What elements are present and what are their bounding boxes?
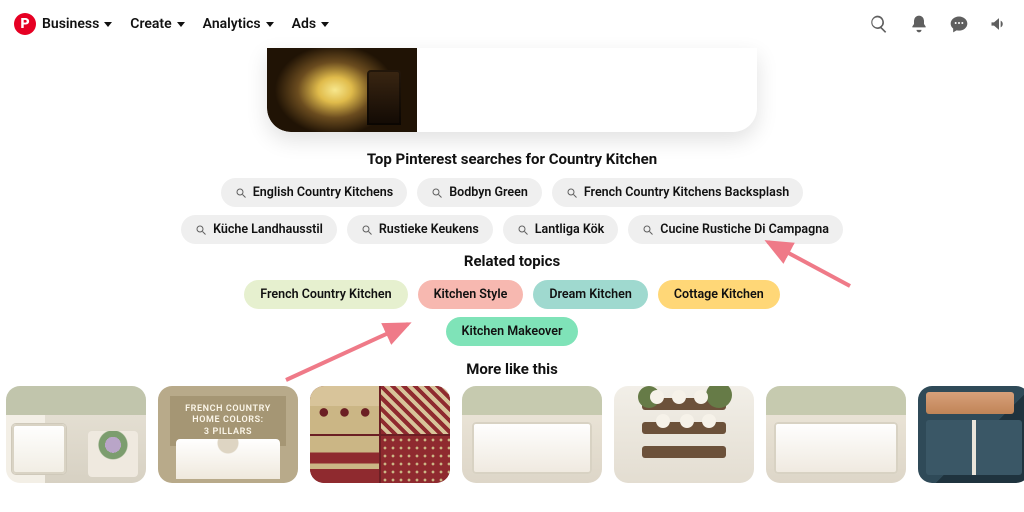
nav-label: Ads: [292, 16, 316, 32]
top-searches-row-1: English Country Kitchens Bodbyn Green Fren…: [0, 178, 1024, 207]
related-topic-pill[interactable]: Cottage Kitchen: [658, 280, 780, 309]
bird-badge-icon: [874, 451, 896, 473]
pinterest-logo[interactable]: P: [14, 13, 36, 35]
hero-image: [267, 48, 417, 132]
result-card[interactable]: [918, 386, 1024, 483]
related-topics-title: Related topics: [0, 252, 1024, 270]
primary-nav: Business Create Analytics Ads: [42, 16, 329, 32]
nav-ads[interactable]: Ads: [292, 16, 329, 32]
top-searches-row-2: Küche Landhausstil Rustieke Keukens Lantli…: [0, 215, 1024, 244]
chat-icon[interactable]: [948, 13, 970, 35]
chevron-down-icon: [321, 22, 329, 27]
nav-label: Analytics: [203, 16, 261, 32]
search-pill[interactable]: French Country Kitchens Backsplash: [552, 178, 803, 207]
search-icon: [431, 187, 443, 199]
search-pill-label: Rustieke Keukens: [379, 222, 479, 237]
chevron-down-icon: [177, 22, 185, 27]
top-searches-title: Top Pinterest searches for Country Kitch…: [0, 150, 1024, 168]
result-card[interactable]: [310, 386, 450, 483]
related-topic-pill[interactable]: Dream Kitchen: [533, 280, 648, 309]
chevron-down-icon: [266, 22, 274, 27]
more-like-this-grid: FRENCH COUNTRYHOME COLORS:3 PILLARS: [0, 386, 1024, 483]
search-icon: [195, 224, 207, 236]
search-pill[interactable]: Rustieke Keukens: [347, 215, 493, 244]
search-icon: [566, 187, 578, 199]
search-icon: [361, 224, 373, 236]
related-topic-pill[interactable]: French Country Kitchen: [244, 280, 407, 309]
search-pill-label: French Country Kitchens Backsplash: [584, 185, 789, 200]
thumb-overlay-text: FRENCH COUNTRYHOME COLORS:3 PILLARS: [170, 396, 286, 446]
search-pill-label: English Country Kitchens: [253, 185, 393, 200]
bell-icon[interactable]: [908, 13, 930, 35]
result-card[interactable]: [462, 386, 602, 483]
nav-label: Business: [42, 16, 99, 32]
search-pill[interactable]: Cucine Rustiche Di Campagna: [628, 215, 843, 244]
result-card[interactable]: [6, 386, 146, 483]
related-topics-row-1: French Country Kitchen Kitchen Style Dream…: [0, 280, 1024, 309]
search-icon: [642, 224, 654, 236]
megaphone-icon[interactable]: [988, 13, 1010, 35]
search-pill[interactable]: Küche Landhausstil: [181, 215, 337, 244]
result-card[interactable]: FRENCH COUNTRYHOME COLORS:3 PILLARS: [158, 386, 298, 483]
header-actions: [868, 13, 1010, 35]
result-card[interactable]: [614, 386, 754, 483]
search-pill[interactable]: Bodbyn Green: [417, 178, 542, 207]
nav-create[interactable]: Create: [130, 16, 184, 32]
search-pill[interactable]: Lantliga Kök: [503, 215, 619, 244]
related-topic-pill[interactable]: Kitchen Makeover: [446, 317, 579, 346]
nav-label: Create: [130, 16, 171, 32]
nav-business[interactable]: Business: [42, 16, 112, 32]
more-like-this-title: More like this: [0, 360, 1024, 378]
search-pill-label: Lantliga Kök: [535, 222, 605, 237]
chevron-down-icon: [104, 22, 112, 27]
top-header: P Business Create Analytics Ads: [0, 0, 1024, 48]
search-pill-label: Küche Landhausstil: [213, 222, 323, 237]
result-card[interactable]: [766, 386, 906, 483]
hero-card-wrap: [0, 48, 1024, 132]
related-topics-row-2: Kitchen Makeover: [0, 317, 1024, 346]
search-pill[interactable]: English Country Kitchens: [221, 178, 407, 207]
search-pill-label: Cucine Rustiche Di Campagna: [660, 222, 829, 237]
search-icon: [517, 224, 529, 236]
search-icon: [235, 187, 247, 199]
hero-body: [417, 48, 757, 132]
search-icon[interactable]: [868, 13, 890, 35]
search-pill-label: Bodbyn Green: [449, 185, 528, 200]
nav-analytics[interactable]: Analytics: [203, 16, 274, 32]
related-topic-pill[interactable]: Kitchen Style: [418, 280, 524, 309]
hero-card[interactable]: [267, 48, 757, 132]
